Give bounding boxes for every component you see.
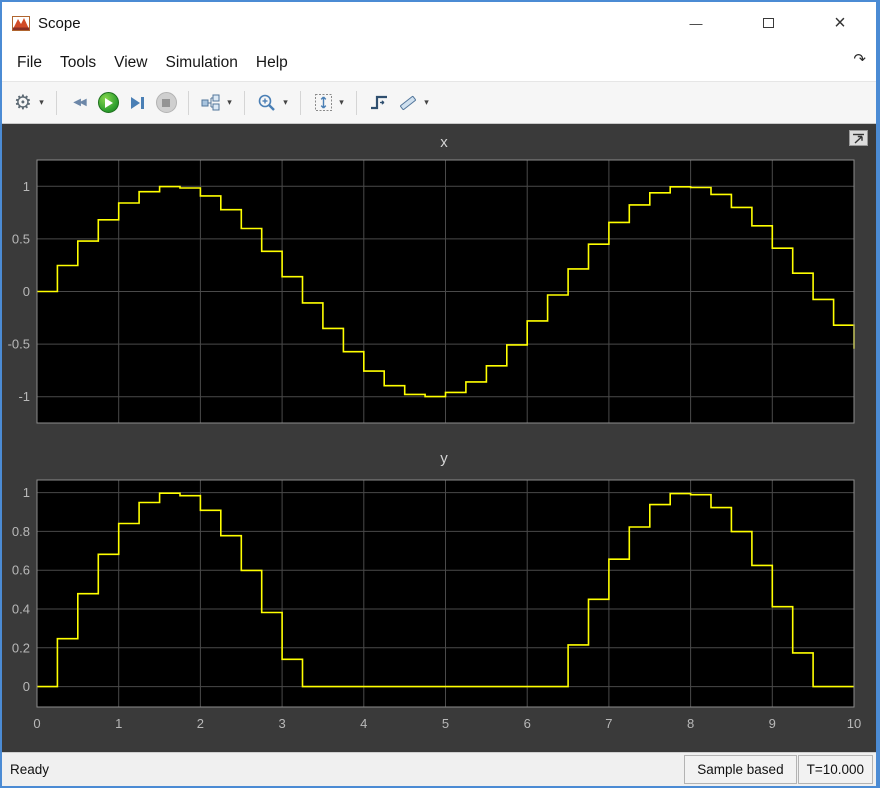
status-ready: Ready [2,753,684,786]
svg-text:0: 0 [23,284,30,299]
chart-x[interactable]: 1 0.5 0 -0.5 -1 [2,156,862,426]
menu-file[interactable]: File [8,48,51,78]
title-bar: Scope — × [2,2,876,44]
svg-text:7: 7 [605,716,612,731]
status-sim-time: T=10.000 [798,755,873,784]
svg-text:5: 5 [442,716,449,731]
svg-text:0: 0 [33,716,40,731]
svg-text:8: 8 [687,716,694,731]
svg-text:1: 1 [23,179,30,194]
svg-text:9: 9 [769,716,776,731]
signal-selector-icon [201,94,221,111]
svg-text:0.8: 0.8 [12,524,30,539]
toolbar-separator [244,91,245,115]
zoom-button[interactable]: ▾ [254,89,291,117]
svg-text:6: 6 [524,716,531,731]
svg-text:0.4: 0.4 [12,602,30,617]
toolbar-separator [300,91,301,115]
settings-button[interactable]: ⚙ ▾ [10,89,47,117]
svg-text:0.5: 0.5 [12,231,30,246]
close-button[interactable]: × [804,2,876,44]
menu-view[interactable]: View [105,48,156,78]
scope-window: Scope — × File Tools View Simulation Hel… [0,0,880,788]
minimize-button[interactable]: — [660,2,732,44]
svg-text:-0.5: -0.5 [8,337,30,352]
maximize-button[interactable] [732,2,804,44]
svg-text:3: 3 [278,716,285,731]
chart-title-y: y [2,450,862,472]
toolbar-separator [188,91,189,115]
status-sample-mode: Sample based [684,755,796,784]
stop-icon [156,92,177,113]
fit-to-view-button[interactable]: ▾ [310,89,347,117]
zoom-dropdown-arrow-icon[interactable]: ▾ [280,97,291,108]
status-bar: Ready Sample based T=10.000 [2,752,876,786]
signal-selector-dropdown-arrow-icon[interactable]: ▾ [224,97,235,108]
dock-button[interactable] [849,130,868,146]
step-back-icon: ◀◀ [73,98,84,108]
stop-button[interactable] [153,89,179,117]
toolbar: ⚙ ▾ ◀◀ ▾ [2,82,876,124]
svg-text:1: 1 [23,485,30,500]
measurements-button[interactable]: ▾ [395,89,432,117]
menu-bar: File Tools View Simulation Help ↷ [2,44,876,82]
toolbar-separator [356,91,357,115]
scope-app-icon [12,16,30,31]
step-forward-icon [131,97,144,109]
chart-title-x: x [2,134,862,156]
measurements-dropdown-arrow-icon[interactable]: ▾ [421,97,432,108]
minimize-icon: — [690,17,703,30]
svg-text:4: 4 [360,716,367,731]
svg-text:0: 0 [23,679,30,694]
menu-simulation[interactable]: Simulation [157,48,247,78]
close-icon: × [834,13,846,33]
signal-selector-button[interactable]: ▾ [198,89,235,117]
svg-text:1: 1 [115,716,122,731]
stepping-options-button[interactable]: ◀◀ [66,89,92,117]
menu-overflow-icon[interactable]: ↷ [853,50,866,68]
trigger-icon [369,94,389,111]
menu-help[interactable]: Help [247,48,297,78]
trigger-button[interactable] [366,89,392,117]
toolbar-separator [56,91,57,115]
gear-icon: ⚙ [14,93,32,113]
step-forward-button[interactable] [124,89,150,117]
window-title: Scope [38,15,81,32]
plot-canvas: x 1 0.5 0 -0.5 -1 y 1 0.8 0.6 0.4 0.2 0 0 1 2 3 4 5 6 7 8 9… [2,124,876,752]
zoom-in-icon [257,93,277,112]
svg-text:2: 2 [197,716,204,731]
svg-text:0.2: 0.2 [12,640,30,655]
brush-icon [398,94,418,112]
dock-arrow-icon [852,133,865,144]
fit-dropdown-arrow-icon[interactable]: ▾ [336,97,347,108]
svg-text:0.6: 0.6 [12,563,30,578]
play-icon [98,92,119,113]
run-button[interactable] [95,89,121,117]
settings-dropdown-arrow-icon[interactable]: ▾ [36,97,47,108]
fit-to-view-icon [314,93,333,112]
svg-text:-1: -1 [18,389,30,404]
svg-text:10: 10 [847,716,861,731]
chart-y[interactable]: 1 0.8 0.6 0.4 0.2 0 0 1 2 3 4 5 6 7 8 9 10 [2,472,862,734]
menu-tools[interactable]: Tools [51,48,105,78]
maximize-icon [763,18,774,28]
